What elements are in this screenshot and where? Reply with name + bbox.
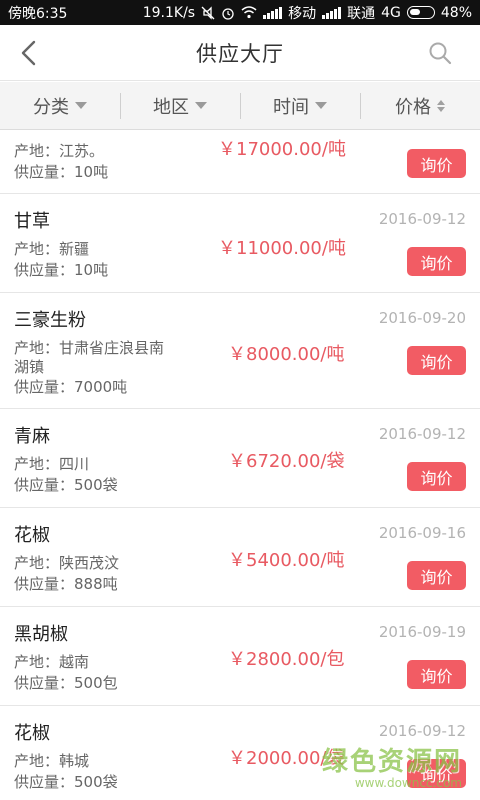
network-speed: 19.1K/s (142, 4, 196, 21)
supply-list[interactable]: 产地：江苏。 供应量：10吨 ￥17000.00/吨 询价 甘草 2016-09… (0, 131, 480, 800)
item-supply: 供应量：10吨 (14, 163, 109, 181)
item-supply: 供应量：500包 (14, 674, 118, 692)
filter-price[interactable]: 价格 (360, 91, 480, 121)
sort-icon (437, 99, 445, 112)
item-origin: 产地：韩城 (14, 752, 90, 770)
item-date: 2016-09-19 (378, 623, 466, 641)
item-price: ￥8000.00/吨 (228, 344, 345, 365)
item-supply: 供应量：7000吨 (14, 378, 128, 396)
item-name: 黑胡椒 (14, 624, 68, 645)
item-supply: 供应量：888吨 (14, 575, 118, 593)
filter-region[interactable]: 地区 (120, 91, 240, 121)
item-origin: 产地：四川 (14, 455, 90, 473)
item-price: ￥11000.00/吨 (218, 238, 346, 259)
item-origin-cont: 湖镇 (14, 358, 45, 376)
page-title: 供应大厅 (196, 41, 284, 66)
item-price: ￥2800.00/包 (228, 649, 345, 670)
inquire-button[interactable]: 询价 (407, 247, 466, 276)
item-origin: 产地：甘肃省庄浪县南 (14, 339, 165, 357)
list-item[interactable]: 花椒 2016-09-16 产地：陕西茂汶 供应量：888吨 ￥5400.00/… (0, 508, 480, 607)
mute-icon (201, 5, 215, 20)
item-name: 花椒 (14, 723, 50, 744)
signal-icon (263, 6, 283, 19)
item-name: 青麻 (14, 426, 50, 447)
alarm-icon (222, 7, 234, 20)
filter-label: 价格 (395, 96, 431, 118)
item-origin: 产地：越南 (14, 653, 90, 671)
watermark: 绿色资源网 www.downcc.com (322, 741, 462, 790)
item-date: 2016-09-12 (378, 425, 466, 443)
filter-label: 时间 (273, 96, 309, 118)
item-name: 甘草 (14, 211, 50, 232)
item-name: 花椒 (14, 525, 50, 546)
status-bar: 傍晚6:35 19.1K/s 移动 联通 4G 48% (0, 0, 480, 25)
filter-label: 地区 (153, 96, 189, 118)
inquire-button[interactable]: 询价 (407, 660, 466, 689)
list-item[interactable]: 黑胡椒 2016-09-19 产地：越南 供应量：500包 ￥2800.00/包… (0, 607, 480, 706)
item-date: 2016-09-16 (378, 524, 466, 542)
filter-label: 分类 (33, 96, 69, 118)
signal-icon-2 (322, 6, 342, 19)
item-price: ￥17000.00/吨 (218, 139, 346, 160)
watermark-url: www.downcc.com (354, 776, 462, 790)
triangle-down-icon (75, 102, 87, 109)
battery-icon (406, 6, 435, 19)
network-type: 4G (381, 4, 401, 21)
inquire-button[interactable]: 询价 (407, 149, 466, 178)
item-date: 2016-09-12 (378, 722, 466, 740)
item-origin: 产地：陕西茂汶 (14, 554, 120, 572)
filter-time[interactable]: 时间 (240, 91, 360, 121)
item-name: 三豪生粉 (14, 310, 86, 331)
carrier-2: 联通 (347, 5, 376, 22)
list-item[interactable]: 甘草 2016-09-12 产地：新疆 供应量：10吨 ￥11000.00/吨 … (0, 194, 480, 293)
chevron-left-icon[interactable] (14, 37, 44, 69)
filter-category[interactable]: 分类 (0, 91, 120, 121)
filter-bar: 分类 地区 时间 价格 (0, 82, 480, 130)
item-price: ￥5400.00/吨 (228, 550, 345, 571)
carrier-1: 移动 (288, 5, 317, 22)
app-header: 供应大厅 (0, 25, 480, 81)
item-date: 2016-09-12 (378, 210, 466, 228)
wifi-icon (241, 6, 257, 19)
list-item[interactable]: 青麻 2016-09-12 产地：四川 供应量：500袋 ￥6720.00/袋 … (0, 409, 480, 508)
search-icon[interactable] (428, 41, 452, 65)
item-supply: 供应量：500袋 (14, 476, 118, 494)
item-supply: 供应量：500袋 (14, 773, 118, 791)
item-origin: 产地：新疆 (14, 240, 90, 258)
item-price: ￥6720.00/袋 (228, 451, 345, 472)
inquire-button[interactable]: 询价 (407, 346, 466, 375)
battery-percent: 48% (440, 4, 472, 21)
item-date: 2016-09-20 (378, 309, 466, 327)
triangle-down-icon (315, 102, 327, 109)
list-item[interactable]: 产地：江苏。 供应量：10吨 ￥17000.00/吨 询价 (0, 131, 480, 194)
item-origin: 产地：江苏。 (14, 142, 105, 160)
watermark-text: 绿色资源网 (321, 747, 462, 777)
list-item[interactable]: 三豪生粉 2016-09-20 产地：甘肃省庄浪县南 湖镇 供应量：7000吨 … (0, 293, 480, 409)
inquire-button[interactable]: 询价 (407, 462, 466, 491)
status-time: 傍晚6:35 (8, 5, 68, 22)
inquire-button[interactable]: 询价 (407, 561, 466, 590)
item-supply: 供应量：10吨 (14, 261, 109, 279)
triangle-down-icon (195, 102, 207, 109)
